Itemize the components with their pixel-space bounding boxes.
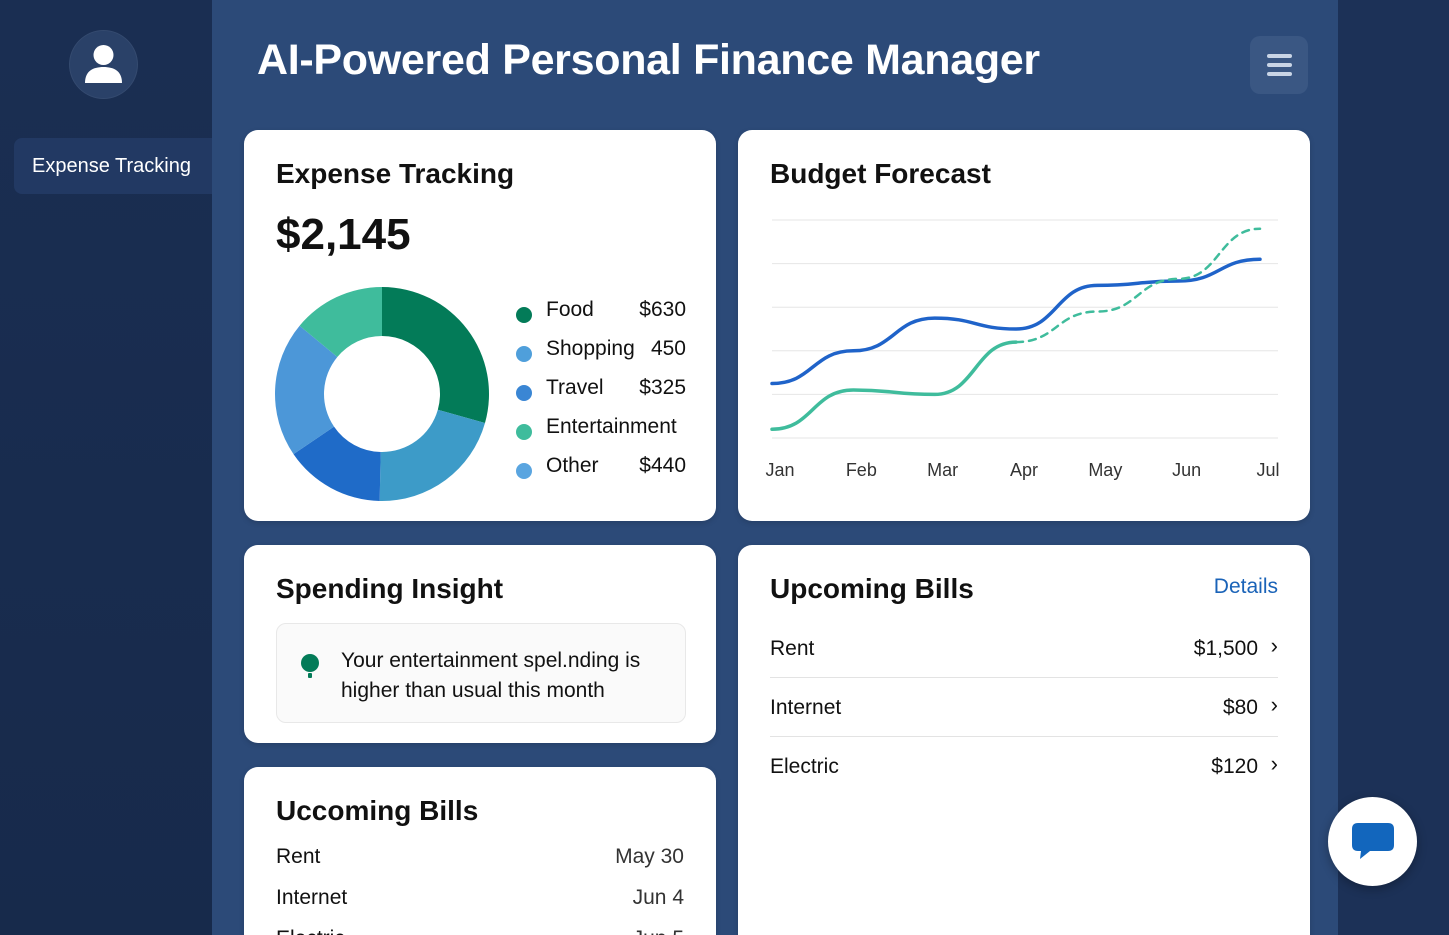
bill-name: Internet — [770, 696, 842, 719]
bill-date: May 30 — [615, 845, 684, 868]
legend-label: Other — [546, 454, 599, 477]
budget-forecast-chart: Jan Feb Mar Apr May Jun Jul — [765, 219, 1280, 480]
legend-swatch — [516, 346, 532, 362]
legend-value: 450 — [650, 337, 686, 360]
legend-value: $440 — [639, 454, 686, 477]
card-title: Spending Insight — [276, 573, 504, 604]
donut-slice-shopping — [379, 409, 485, 501]
legend-item: Other $440 — [516, 454, 686, 493]
bill-date: Jun 5 — [633, 927, 684, 935]
bill-name: Internet — [276, 886, 348, 909]
hamburger-menu-icon — [1267, 54, 1292, 58]
expense-tracking-card: Expense Tracking $2,145 Food $630 Shoppi… — [244, 130, 716, 521]
legend-label: Travel — [546, 376, 604, 399]
chat-bubble-icon — [1352, 823, 1394, 859]
user-icon — [85, 45, 122, 83]
upcoming-bills-dates-card: Uccoming Bills Rent May 30 Internet Jun … — [244, 767, 716, 935]
sidebar: Expense Tracking — [0, 0, 212, 935]
hamburger-menu-button[interactable] — [1250, 36, 1308, 94]
bill-row[interactable]: Internet $80 › — [770, 678, 1278, 737]
chat-button[interactable] — [1328, 797, 1417, 886]
x-tick-label: Mar — [927, 460, 958, 480]
bill-amount: $1,500 — [1193, 637, 1258, 660]
chevron-right-icon: › — [1270, 751, 1278, 776]
bill-amount: $120 — [1211, 755, 1258, 778]
x-tick-label: Apr — [1010, 460, 1038, 480]
legend-item: Entertainment — [516, 415, 686, 454]
legend-swatch — [516, 424, 532, 440]
lightbulb-icon — [301, 654, 319, 678]
donut-slice-food — [382, 287, 489, 424]
legend-swatch — [516, 307, 532, 323]
legend-label: Food — [546, 298, 594, 321]
legend-item: Food $630 — [516, 298, 686, 337]
spending-insight-card: Spending Insight Your entertainment spel… — [244, 545, 716, 743]
bill-name: Electric — [770, 755, 839, 778]
chevron-right-icon: › — [1270, 633, 1278, 658]
legend-label: Entertainment — [546, 415, 677, 438]
card-title: Budget Forecast — [770, 158, 991, 189]
insight-message-box: Your entertainment spel.nding is higher … — [276, 623, 686, 723]
legend-swatch — [516, 385, 532, 401]
user-avatar[interactable] — [69, 30, 138, 99]
legend-item: Travel $325 — [516, 376, 686, 415]
bill-row[interactable]: Electric $120 › — [770, 737, 1278, 796]
expense-legend: Food $630 Shopping 450 Travel $325 Enter… — [516, 298, 686, 493]
right-gutter — [1338, 0, 1449, 935]
details-link[interactable]: Details — [1214, 575, 1278, 599]
card-title: Uccoming Bills — [276, 795, 479, 826]
app-title: AI-Powered Personal Finance Manager — [257, 36, 1040, 84]
sidebar-item-expense-tracking[interactable]: Expense Tracking — [14, 138, 212, 194]
legend-label: Shopping — [546, 337, 635, 360]
expense-donut-chart — [275, 287, 489, 501]
budget-forecast-card: Budget Forecast Jan Feb Mar Apr May Jun Jul — [738, 130, 1310, 521]
x-tick-label: Jan — [765, 460, 794, 480]
series-line-1 — [770, 340, 1018, 432]
bill-name: Rent — [276, 845, 321, 868]
bill-date: Jun 4 — [632, 886, 684, 909]
bill-amount: $80 — [1222, 696, 1258, 719]
x-tick-label: Feb — [846, 460, 877, 480]
card-title: Expense Tracking — [276, 158, 515, 189]
x-tick-label: Jun — [1172, 460, 1201, 480]
legend-value: $630 — [639, 298, 686, 321]
card-title: Upcoming Bills — [770, 573, 974, 604]
legend-swatch — [516, 463, 532, 479]
x-tick-label: May — [1088, 460, 1122, 480]
legend-item: Shopping 450 — [516, 337, 686, 376]
insight-text: Your entertainment spel.nding is higher … — [341, 649, 641, 702]
bill-name: Electric — [276, 927, 345, 935]
total-expense-amount: $2,145 — [276, 210, 411, 259]
legend-value: $325 — [639, 376, 686, 399]
list-item[interactable]: Internet Jun 4 — [276, 886, 684, 910]
upcoming-bills-card: Upcoming Bills Details Rent $1,500 › Int… — [738, 545, 1310, 935]
series-line-2 — [1014, 227, 1262, 344]
bill-row[interactable]: Rent $1,500 › — [770, 619, 1278, 678]
list-item[interactable]: Rent May 30 — [276, 845, 684, 869]
x-tick-label: Jul — [1256, 460, 1279, 480]
list-item[interactable]: Electric Jun 5 — [276, 927, 684, 935]
chevron-right-icon: › — [1270, 692, 1278, 717]
bill-name: Rent — [770, 637, 815, 660]
